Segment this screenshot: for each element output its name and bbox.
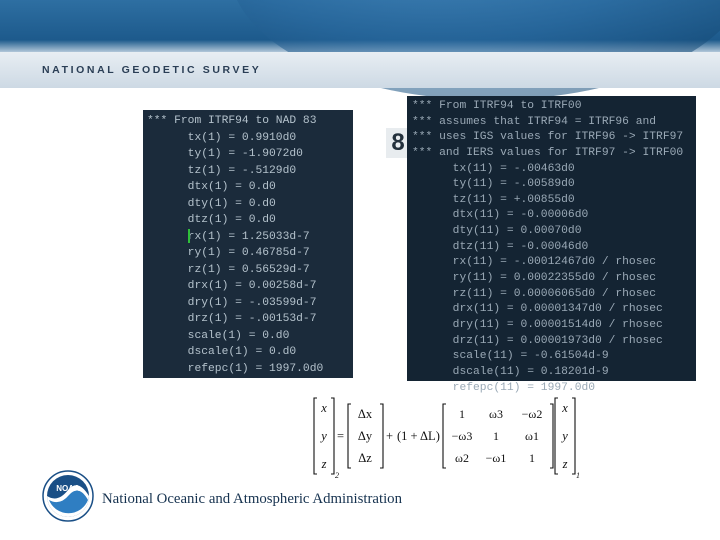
lhs-x: x: [320, 401, 327, 415]
code-panel-itrf94-itrf00: *** From ITRF94 to ITRF00 *** assumes th…: [407, 96, 696, 394]
code-line: scale(11) = -0.61504d-9: [412, 350, 609, 363]
rot-matrix-cell: 1: [493, 429, 499, 443]
footer-org-name: National Oceanic and Atmospheric Adminis…: [102, 491, 402, 507]
code-line: *** uses IGS values for ITRF96 -> ITRF97: [412, 131, 684, 144]
rot-matrix-cell: 1: [529, 451, 535, 465]
code-panel-itrf94-nad83: *** From ITRF94 to NAD 83 tx(1) = 0.9910…: [143, 110, 353, 378]
text-cursor: [188, 229, 190, 243]
code-line: refepc(1) = 1997.0d0: [147, 362, 324, 375]
code-line: dry(1) = -.03599d-7: [147, 296, 317, 309]
code-line: drz(11) = 0.00001973d0 / rhosec: [412, 334, 663, 347]
code-line: dry(11) = 0.00001514d0 / rhosec: [412, 318, 663, 331]
code-line: dtz(11) = -0.00046d0: [412, 240, 589, 253]
lhs-subscript: 2: [335, 471, 339, 480]
code-line: rx(11) = -.00012467d0 / rhosec: [412, 256, 657, 269]
code-line: tz(11) = +.00855d0: [412, 193, 575, 206]
code-line: ty(1) = -1.9072d0: [147, 148, 303, 160]
rot-matrix-cell: ω2: [455, 451, 469, 465]
code-line: rx(1) = 1.25033d-7: [147, 230, 310, 243]
rhs-z: z: [562, 457, 568, 471]
rot-matrix-cell: ω3: [489, 407, 503, 421]
code-line: dscale(1) = 0.d0: [147, 346, 297, 358]
code-line: ry(1) = 0.46785d-7: [147, 247, 310, 259]
delta-z: Δz: [358, 451, 372, 465]
rhs-subscript: 1: [576, 471, 580, 480]
code-line: dty(11) = 0.00070d0: [412, 225, 582, 238]
code-line: tx(1) = 0.9910d0: [147, 131, 297, 144]
code-line: drx(1) = 0.00258d-7: [147, 280, 317, 292]
code-line: dty(1) = 0.d0: [147, 197, 276, 210]
transformation-equation: x y z x y z 2 1 = + (1 + ΔL) Δx Δy Δz 1 …: [313, 397, 580, 480]
code-line: dtz(1) = 0.d0: [147, 214, 276, 226]
noaa-logo: NOAA: [42, 470, 94, 522]
code-line: dtx(1) = 0.d0: [147, 181, 276, 193]
lhs-y: y: [319, 429, 327, 443]
code-line: scale(1) = 0.d0: [147, 329, 290, 342]
code-line: *** From ITRF94 to ITRF00: [412, 100, 582, 112]
code-line: tx(11) = -.00463d0: [412, 162, 575, 175]
lhs-z: z: [321, 457, 327, 471]
code-line: *** From ITRF94 to NAD 83: [147, 115, 317, 127]
plus-sign: +: [386, 429, 393, 443]
code-line: drx(11) = 0.00001347d0 / rhosec: [412, 303, 663, 316]
code-line: ty(11) = -.00589d0: [412, 178, 575, 191]
rhs-y: y: [560, 429, 568, 443]
code-line: tz(1) = -.5129d0: [147, 164, 297, 177]
code-line: *** and IERS values for ITRF97 -> ITRF00: [412, 146, 684, 159]
delta-x: Δx: [358, 407, 373, 421]
equals-sign: =: [337, 429, 344, 443]
code-line: *** assumes that ITRF94 = ITRF96 and: [412, 115, 657, 128]
code-line: rz(1) = 0.56529d-7: [147, 263, 310, 276]
code-line: rz(11) = 0.00006065d0 / rhosec: [412, 287, 657, 300]
rot-matrix-cell: −ω3: [452, 429, 473, 443]
code-line: dscale(11) = 0.18201d-9: [412, 365, 609, 378]
scale-factor: (1 + ΔL): [397, 429, 440, 443]
rot-matrix-cell: ω1: [525, 429, 539, 443]
rot-matrix-cell: −ω2: [522, 407, 543, 421]
code-line: drz(1) = -.00153d-7: [147, 313, 317, 325]
noaa-logo-text: NOAA: [56, 484, 80, 493]
delta-y: Δy: [358, 429, 373, 443]
rot-matrix-cell: −ω1: [486, 451, 507, 465]
rot-matrix-cell: 1: [459, 407, 465, 421]
rhs-x: x: [561, 401, 568, 415]
agency-title: NATIONAL GEODETIC SURVEY: [42, 64, 262, 76]
code-line: dtx(11) = -0.00006d0: [412, 209, 589, 222]
code-line: ry(11) = 0.00022355d0 / rhosec: [412, 272, 657, 285]
